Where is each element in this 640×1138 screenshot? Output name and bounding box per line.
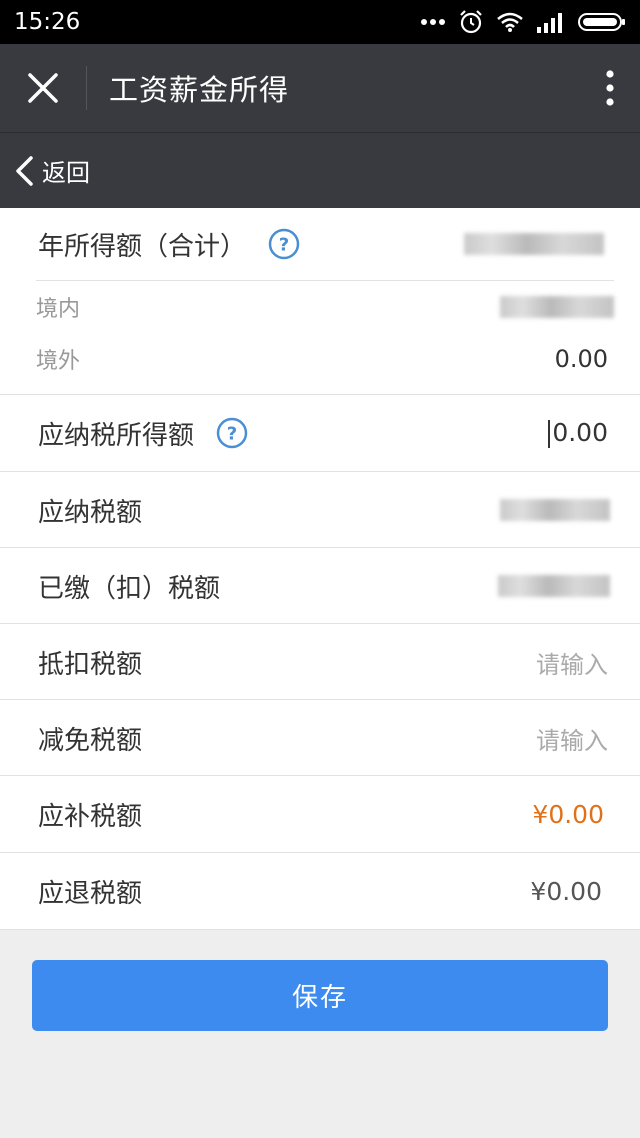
tax-paid-label: 已缴（扣）税额 (38, 573, 221, 604)
tax-paid-value-obscured (498, 575, 610, 597)
tax-refund-label: 应退税额 (38, 878, 143, 909)
svg-text:?: ? (227, 424, 237, 445)
tax-credit-input[interactable]: 请输入 (536, 645, 608, 680)
svg-text:?: ? (279, 235, 289, 256)
annual-income-value-obscured (464, 233, 604, 255)
close-icon (28, 73, 58, 103)
header-divider (86, 66, 87, 110)
tax-due-label: 应补税额 (38, 801, 143, 832)
divider (36, 280, 614, 281)
tax-reduction-label: 减免税额 (38, 725, 143, 756)
help-icon[interactable]: ? (268, 228, 300, 260)
tax-reduction-input[interactable]: 请输入 (536, 721, 608, 756)
tax-due-value: ¥0.00 (532, 799, 604, 829)
battery-icon (578, 13, 625, 31)
domestic-row: 境内 (0, 282, 640, 332)
divider (0, 929, 640, 930)
alarm-icon (460, 10, 482, 34)
taxable-income-row[interactable]: 应纳税所得额 ? 0.00 (0, 395, 640, 471)
status-icons (420, 9, 626, 35)
status-time: 15:26 (14, 9, 81, 35)
status-bar: 15:26 (0, 0, 640, 44)
domestic-label: 境内 (36, 297, 81, 322)
annual-income-row: 年所得额（合计） ? (0, 208, 640, 280)
more-button[interactable] (580, 44, 640, 132)
help-icon[interactable]: ? (216, 417, 248, 449)
annual-income-label: 年所得额（合计） (38, 231, 247, 262)
page-title: 工资薪金所得 (109, 73, 290, 107)
close-button[interactable] (0, 44, 86, 132)
wifi-icon (497, 12, 523, 32)
back-label: 返回 (42, 159, 90, 187)
tax-credit-row[interactable]: 抵扣税额 请输入 (0, 624, 640, 700)
chevron-left-icon (16, 155, 33, 186)
back-button[interactable]: 返回 (14, 153, 90, 188)
more-dots-icon (421, 19, 445, 25)
taxable-income-label: 应纳税所得额 (38, 420, 195, 451)
save-button[interactable]: 保存 (32, 960, 608, 1031)
foreign-label: 境外 (36, 349, 81, 374)
tax-refund-row: 应退税额 ¥0.00 (0, 853, 640, 929)
taxable-income-input[interactable]: 0.00 (548, 418, 608, 448)
more-vertical-icon (606, 70, 614, 106)
tax-due-row: 应补税额 ¥0.00 (0, 776, 640, 852)
app-header: 工资薪金所得 (0, 44, 640, 132)
foreign-row: 境外 0.00 (0, 334, 640, 384)
tax-payable-label: 应纳税额 (38, 497, 143, 528)
tax-refund-value: ¥0.00 (530, 876, 602, 906)
foreign-value: 0.00 (554, 345, 608, 373)
text-cursor (548, 420, 551, 448)
tax-form: 年所得额（合计） ? 境内 境外 0.00 应纳税所得额 ? 0.00 应纳税额 (0, 208, 640, 930)
signal-icon (537, 13, 562, 33)
tax-payable-row: 应纳税额 (0, 472, 640, 548)
tax-payable-value-obscured (500, 499, 610, 521)
tax-reduction-row[interactable]: 减免税额 请输入 (0, 700, 640, 776)
tax-paid-row: 已缴（扣）税额 (0, 548, 640, 624)
domestic-value-obscured (500, 296, 614, 318)
tax-credit-label: 抵扣税额 (38, 649, 143, 680)
sub-header: 返回 (0, 132, 640, 208)
